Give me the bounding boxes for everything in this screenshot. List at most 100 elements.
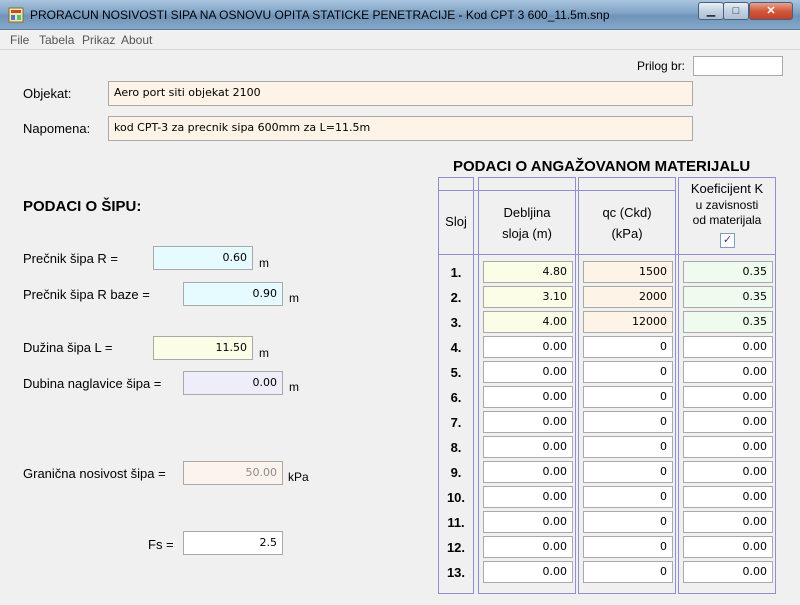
close-button[interactable]: ✕ [749, 2, 793, 20]
napomena-input[interactable]: kod CPT-3 za precnik sipa 600mm za L=11.… [108, 116, 693, 141]
k-input[interactable]: 0.00 [683, 511, 773, 533]
column-sloj [438, 177, 474, 594]
menu-prikaz[interactable]: Prikaz [82, 33, 115, 47]
precnik-label: Prečnik šipa R = [23, 251, 119, 266]
precnik-input[interactable]: 0.60 [153, 246, 253, 270]
qc-input[interactable]: 0 [583, 361, 673, 383]
k-input[interactable]: 0.00 [683, 486, 773, 508]
row-number: 4. [450, 340, 462, 355]
debljina-input[interactable]: 4.80 [483, 261, 573, 283]
minimize-button[interactable]: ▁ [698, 2, 724, 20]
k-input[interactable]: 0.00 [683, 561, 773, 583]
row-number: 6. [450, 390, 462, 405]
qc-input[interactable]: 12000 [583, 311, 673, 333]
k-input[interactable]: 0.00 [683, 411, 773, 433]
sip-heading: PODACI O ŠIPU: [23, 198, 142, 215]
debljina-input[interactable]: 0.00 [483, 336, 573, 358]
header-debljina-line1: Debljina [503, 205, 551, 220]
debljina-input[interactable]: 0.00 [483, 461, 573, 483]
header-qc-line2: (kPa) [611, 226, 643, 241]
qc-input[interactable]: 0 [583, 386, 673, 408]
qc-input[interactable]: 2000 [583, 286, 673, 308]
dubina-label: Dubina naglavice šipa = [23, 376, 162, 391]
k-input[interactable]: 0.00 [683, 461, 773, 483]
granicna-input[interactable]: 50.00 [183, 461, 283, 485]
qc-input[interactable]: 0 [583, 561, 673, 583]
qc-input[interactable]: 0 [583, 411, 673, 433]
row-number: 12. [446, 540, 466, 555]
qc-input[interactable]: 0 [583, 461, 673, 483]
window-title: PRORACUN NOSIVOSTI SIPA NA OSNOVU OPITA … [30, 8, 610, 22]
row-number: 1. [450, 265, 462, 280]
k-input[interactable]: 0.00 [683, 336, 773, 358]
k-input[interactable]: 0.00 [683, 386, 773, 408]
qc-input[interactable]: 0 [583, 436, 673, 458]
k-input[interactable]: 0.00 [683, 536, 773, 558]
prilog-input[interactable] [693, 56, 783, 76]
row-number: 10. [446, 490, 466, 505]
qc-input[interactable]: 0 [583, 536, 673, 558]
qc-input[interactable]: 0 [583, 486, 673, 508]
k-checkbox[interactable]: ✓ [720, 233, 735, 248]
menu-bar: File Tabela Prikaz About [0, 30, 800, 50]
precnik-baze-unit: m [289, 291, 299, 305]
napomena-label: Napomena: [23, 121, 91, 136]
debljina-input[interactable]: 0.00 [483, 536, 573, 558]
menu-file[interactable]: File [10, 33, 29, 47]
debljina-input[interactable]: 0.00 [483, 411, 573, 433]
debljina-input[interactable]: 0.00 [483, 561, 573, 583]
app-window: PRORACUN NOSIVOSTI SIPA NA OSNOVU OPITA … [0, 0, 800, 605]
debljina-input[interactable]: 0.00 [483, 511, 573, 533]
k-input[interactable]: 0.35 [683, 261, 773, 283]
debljina-input[interactable]: 0.00 [483, 486, 573, 508]
dubina-unit: m [289, 380, 299, 394]
k-input[interactable]: 0.35 [683, 286, 773, 308]
duzina-unit: m [259, 346, 269, 360]
row-number: 3. [450, 315, 462, 330]
header-qc-line1: qc (Ckd) [602, 205, 652, 220]
k-input[interactable]: 0.35 [683, 311, 773, 333]
objekat-label: Objekat: [23, 86, 72, 101]
header-k-line2: u zavisnosti [695, 198, 759, 212]
row-number: 13. [446, 565, 466, 580]
header-k-line3: od materijala [692, 213, 762, 227]
fs-input[interactable]: 2.5 [183, 531, 283, 555]
materijal-heading: PODACI O ANGAŽOVANOM MATERIJALU [453, 158, 751, 175]
row-number: 2. [450, 290, 462, 305]
precnik-baze-input[interactable]: 0.90 [183, 282, 283, 306]
objekat-input[interactable]: Aero port siti objekat 2100 [108, 81, 693, 106]
duzina-input[interactable]: 11.50 [153, 336, 253, 360]
debljina-input[interactable]: 0.00 [483, 386, 573, 408]
dubina-input[interactable]: 0.00 [183, 371, 283, 395]
app-icon [8, 7, 24, 23]
debljina-input[interactable]: 0.00 [483, 436, 573, 458]
maximize-button[interactable]: □ [723, 2, 749, 20]
row-number: 7. [450, 415, 462, 430]
row-number: 5. [450, 365, 462, 380]
title-bar[interactable]: PRORACUN NOSIVOSTI SIPA NA OSNOVU OPITA … [0, 0, 800, 30]
precnik-baze-label: Prečnik šipa R baze = [23, 287, 150, 302]
row-number: 8. [450, 440, 462, 455]
menu-about[interactable]: About [121, 33, 152, 47]
qc-input[interactable]: 0 [583, 511, 673, 533]
menu-tabela[interactable]: Tabela [39, 33, 74, 47]
row-number: 11. [447, 515, 465, 530]
header-rule [438, 190, 676, 191]
fs-label: Fs = [148, 537, 174, 552]
header-divider [438, 254, 776, 255]
header-debljina-line2: sloja (m) [502, 226, 552, 241]
qc-input[interactable]: 0 [583, 336, 673, 358]
k-input[interactable]: 0.00 [683, 436, 773, 458]
debljina-input[interactable]: 4.00 [483, 311, 573, 333]
granicna-label: Granična nosivost šipa = [23, 466, 166, 481]
debljina-input[interactable]: 3.10 [483, 286, 573, 308]
k-input[interactable]: 0.00 [683, 361, 773, 383]
header-sloj: Sloj [445, 214, 467, 229]
duzina-label: Dužina šipa L = [23, 340, 113, 355]
debljina-input[interactable]: 0.00 [483, 361, 573, 383]
header-k-line1: Koeficijent K [690, 181, 764, 196]
prilog-label: Prilog br: [637, 59, 686, 73]
precnik-unit: m [259, 256, 269, 270]
row-number: 9. [450, 465, 462, 480]
qc-input[interactable]: 1500 [583, 261, 673, 283]
